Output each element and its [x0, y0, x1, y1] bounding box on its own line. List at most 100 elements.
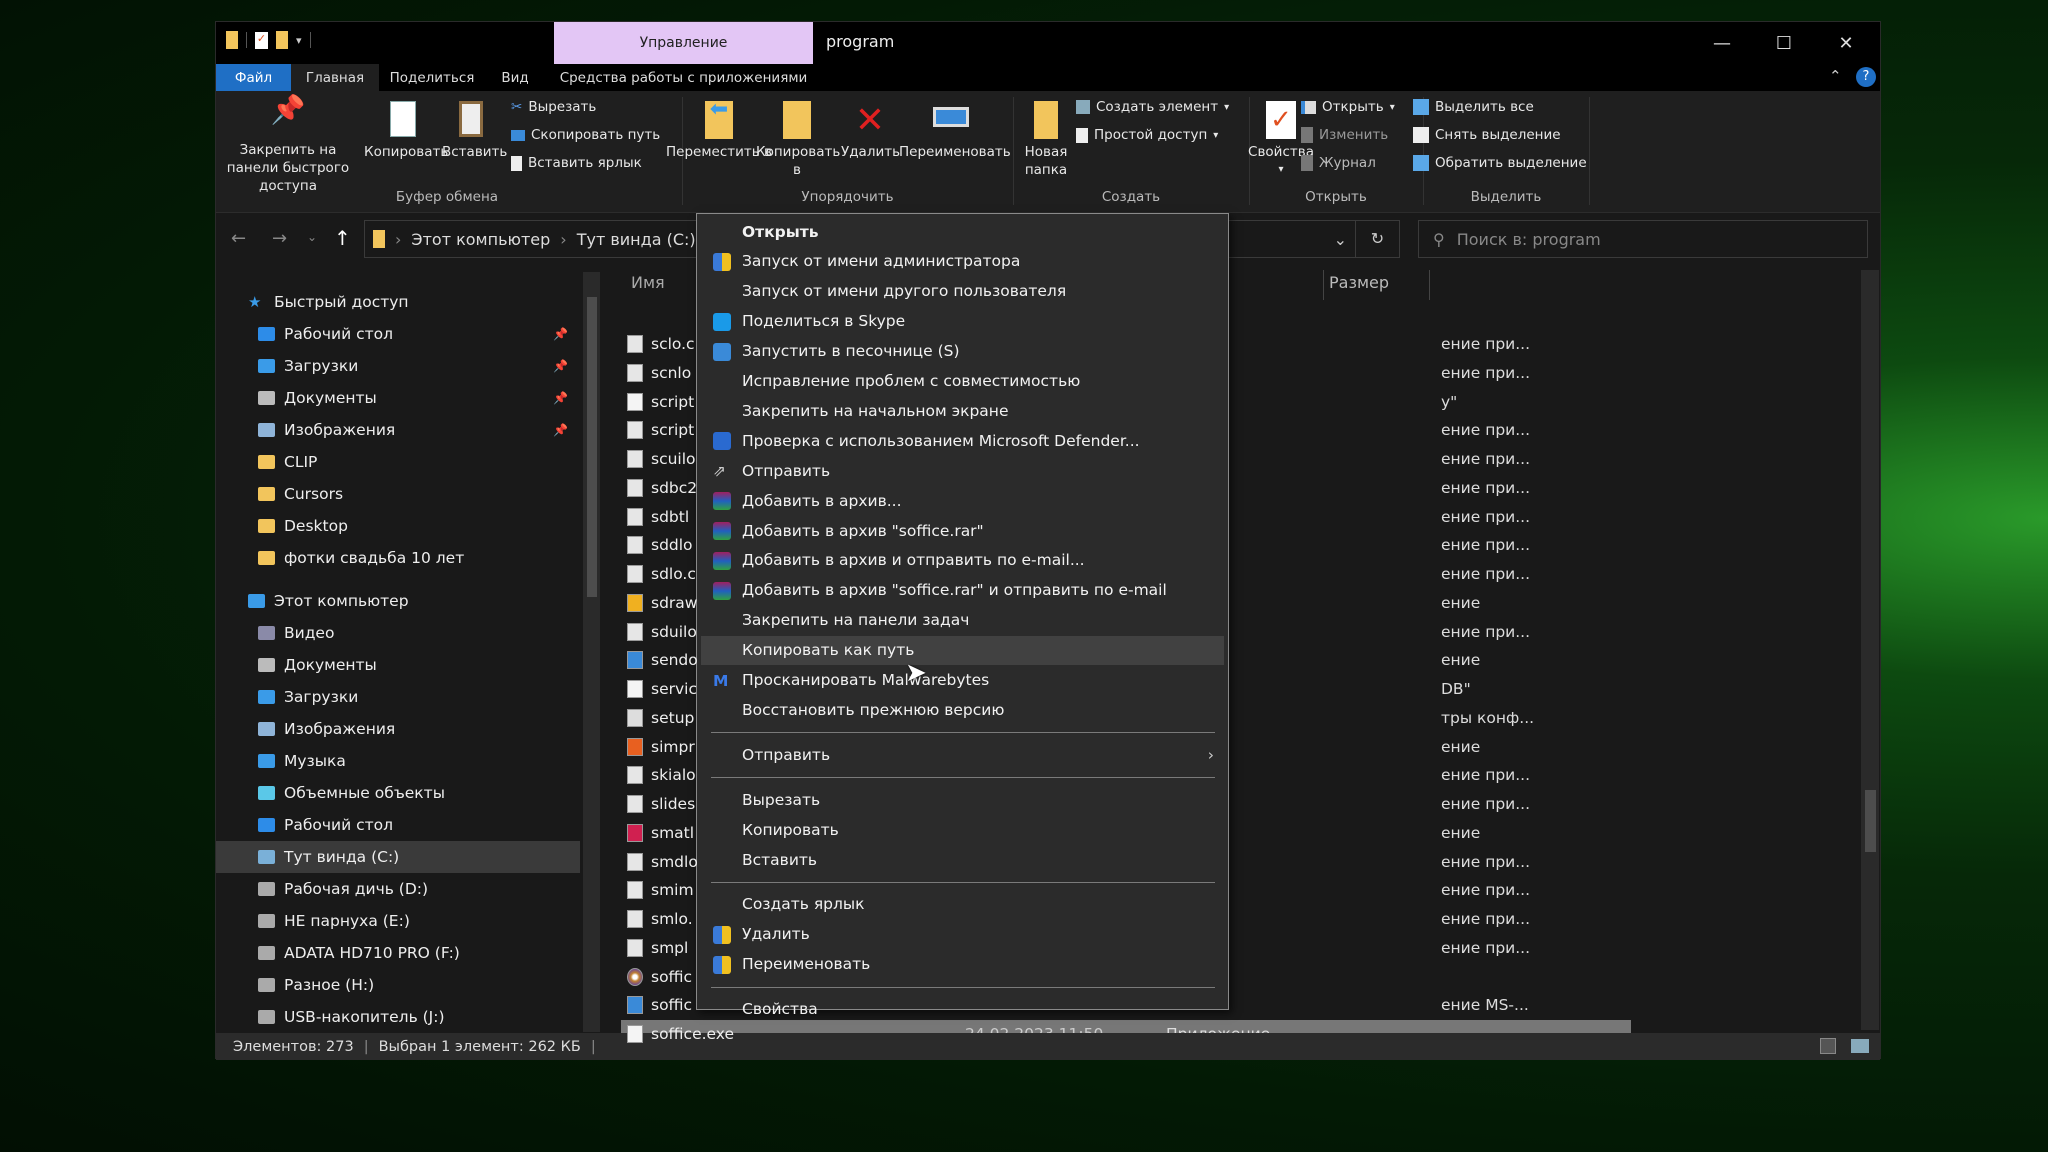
- nav-item[interactable]: фотки свадьба 10 лет: [216, 542, 580, 574]
- new-item-button[interactable]: Создать элемент ▾: [1076, 99, 1229, 115]
- file-row[interactable]: soffice.exe: [621, 1020, 1431, 1048]
- rename-button[interactable]: Переименовать: [899, 101, 1011, 161]
- menu-item[interactable]: Запуск от имени администратора: [701, 247, 1224, 276]
- file-row[interactable]: smdlo: [621, 848, 1246, 876]
- nav-item[interactable]: Изображения 📌: [216, 414, 580, 446]
- nav-item[interactable]: Музыка: [216, 745, 580, 777]
- nav-item[interactable]: Этот компьютер: [216, 585, 580, 617]
- paste-button[interactable]: Вставить: [442, 101, 507, 161]
- help-icon[interactable]: ?: [1856, 67, 1876, 87]
- file-row[interactable]: sdbc2: [621, 474, 1246, 502]
- forward-arrow-icon[interactable]: →: [272, 228, 287, 249]
- file-row[interactable]: servic: [621, 675, 1246, 703]
- refresh-icon[interactable]: ↻: [1355, 221, 1399, 257]
- select-none-button[interactable]: Снять выделение: [1413, 127, 1561, 143]
- file-row[interactable]: scnlo: [621, 359, 1246, 387]
- recent-dropdown-icon[interactable]: ⌄: [307, 230, 317, 244]
- copy-path-button[interactable]: Скопировать путь: [511, 127, 660, 143]
- pin-icon[interactable]: 📌: [553, 327, 568, 341]
- file-row[interactable]: setup: [621, 704, 1246, 732]
- new-folder-button[interactable]: Новая папка: [1016, 101, 1076, 179]
- back-arrow-icon[interactable]: ←: [231, 228, 246, 249]
- nav-item[interactable]: Рабочая дичь (D:): [216, 873, 580, 905]
- file-row[interactable]: smpl: [621, 934, 1246, 962]
- new-folder-icon[interactable]: [276, 31, 288, 49]
- copy-button[interactable]: Копировать: [364, 101, 448, 161]
- nav-item[interactable]: Объемные объекты: [216, 777, 580, 809]
- nav-scrollbar[interactable]: [583, 272, 600, 1032]
- details-view-icon[interactable]: [1820, 1038, 1836, 1054]
- file-row[interactable]: script: [621, 416, 1246, 444]
- nav-item[interactable]: Документы: [216, 649, 580, 681]
- search-input[interactable]: ⚲ Поиск в: program: [1418, 220, 1868, 258]
- file-row[interactable]: sendo: [621, 646, 1246, 674]
- pin-icon[interactable]: 📌: [553, 359, 568, 373]
- file-row[interactable]: smatl: [621, 819, 1246, 847]
- maximize-button[interactable]: ☐: [1753, 22, 1815, 64]
- open-button[interactable]: Открыть ▾: [1301, 99, 1395, 115]
- nav-item[interactable]: ★ Быстрый доступ: [216, 286, 580, 318]
- nav-item[interactable]: Cursors: [216, 478, 580, 510]
- tab-view[interactable]: Вид: [485, 64, 545, 91]
- nav-item[interactable]: CLIP: [216, 446, 580, 478]
- copy-to-button[interactable]: Копировать в: [756, 101, 840, 179]
- menu-item[interactable]: Открыть: [701, 217, 1224, 246]
- invert-selection-button[interactable]: Обратить выделение: [1413, 155, 1587, 171]
- file-row[interactable]: sdbtl: [621, 503, 1246, 531]
- minimize-button[interactable]: —: [1691, 22, 1753, 64]
- nav-item[interactable]: USB-накопитель (J:): [216, 1001, 580, 1033]
- file-row[interactable]: smim: [621, 876, 1246, 904]
- file-row[interactable]: simpr: [621, 733, 1246, 761]
- tab-file[interactable]: Файл: [216, 64, 291, 91]
- pin-quick-access-button[interactable]: 📌 Закрепить на панели быстрого доступа: [224, 96, 352, 195]
- nav-item[interactable]: Загрузки: [216, 681, 580, 713]
- cut-button[interactable]: ✂ Вырезать: [511, 99, 596, 115]
- file-row[interactable]: sduilo: [621, 618, 1246, 646]
- file-row[interactable]: soffic: [621, 991, 1246, 1019]
- nav-item[interactable]: НЕ парнуха (E:): [216, 905, 580, 937]
- file-row[interactable]: script: [621, 388, 1246, 416]
- nav-item[interactable]: Документы 📌: [216, 382, 580, 414]
- pin-icon[interactable]: 📌: [553, 391, 568, 405]
- file-scroll-thumb[interactable]: [1865, 790, 1876, 852]
- tab-app-tools[interactable]: Средства работы с приложениями: [554, 64, 813, 91]
- select-all-button[interactable]: Выделить все: [1413, 99, 1534, 115]
- nav-item[interactable]: Изображения: [216, 713, 580, 745]
- delete-button[interactable]: ✕ Удалить: [841, 101, 900, 161]
- file-row[interactable]: sdlo.c: [621, 560, 1246, 588]
- file-row[interactable]: scuilo: [621, 445, 1246, 473]
- menu-item[interactable]: Запуск от имени другого пользователя: [701, 277, 1224, 306]
- large-icons-view-icon[interactable]: [1851, 1039, 1869, 1053]
- breadcrumb-drive-c[interactable]: Тут винда (C:): [577, 230, 696, 249]
- file-row[interactable]: sclo.c: [621, 330, 1246, 358]
- nav-item[interactable]: Видео: [216, 617, 580, 649]
- file-row[interactable]: smlo.: [621, 905, 1246, 933]
- pin-icon[interactable]: 📌: [553, 423, 568, 437]
- file-row[interactable]: sddlo: [621, 531, 1246, 559]
- easy-access-button[interactable]: Простой доступ ▾: [1076, 127, 1218, 143]
- manage-context-tab[interactable]: Управление: [554, 22, 813, 64]
- nav-item[interactable]: Рабочий стол: [216, 809, 580, 841]
- file-row[interactable]: slides: [621, 790, 1246, 818]
- nav-item[interactable]: ADATA HD710 PRO (F:): [216, 937, 580, 969]
- nav-item[interactable]: Загрузки 📌: [216, 350, 580, 382]
- paste-shortcut-button[interactable]: Вставить ярлык: [511, 155, 642, 171]
- history-button[interactable]: Журнал: [1301, 155, 1376, 171]
- nav-item[interactable]: Desktop: [216, 510, 580, 542]
- close-button[interactable]: ✕: [1815, 22, 1877, 64]
- properties-check-icon[interactable]: ✓: [255, 31, 268, 49]
- breadcrumb-this-pc[interactable]: Этот компьютер: [411, 230, 550, 249]
- edit-button[interactable]: Изменить: [1301, 127, 1388, 143]
- nav-item[interactable]: Разное (H:): [216, 969, 580, 1001]
- tab-home[interactable]: Главная: [291, 64, 379, 91]
- file-scrollbar[interactable]: [1861, 270, 1879, 1030]
- nav-scroll-thumb[interactable]: [587, 297, 597, 597]
- file-row[interactable]: skialo: [621, 761, 1246, 789]
- up-arrow-icon[interactable]: ↑: [334, 226, 351, 250]
- file-row[interactable]: sdraw: [621, 589, 1246, 617]
- file-row[interactable]: soffic: [621, 963, 1246, 991]
- address-dropdown-icon[interactable]: ⌄: [1334, 230, 1347, 249]
- collapse-ribbon-icon[interactable]: ⌃: [1829, 67, 1842, 85]
- tab-share[interactable]: Поделиться: [379, 64, 485, 91]
- nav-item[interactable]: Тут винда (C:): [216, 841, 580, 873]
